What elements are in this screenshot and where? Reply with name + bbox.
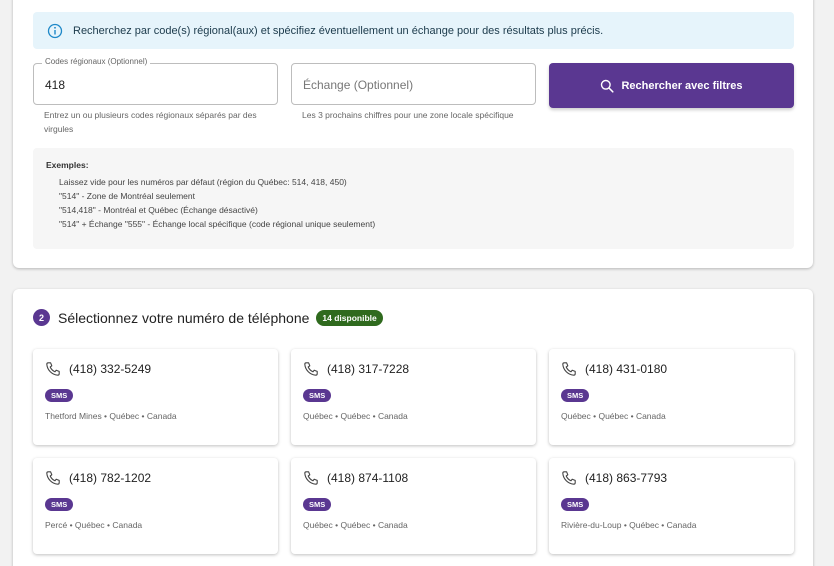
sms-badge: SMS — [303, 389, 332, 402]
phone-number-card[interactable]: (418) 332-5249 SMS Thetford Mines • Québ… — [33, 349, 278, 445]
available-count-badge: 14 disponible — [316, 309, 383, 326]
phone-number-row: (418) 332-5249 — [45, 361, 151, 377]
phone-number: (418) 317-7228 — [327, 362, 410, 376]
search-card: Recherchez par code(s) régional(aux) et … — [13, 0, 813, 268]
example-line: Laissez vide pour les numéros par défaut… — [59, 177, 347, 187]
phone-number-row: (418) 782-1202 — [45, 470, 151, 486]
number-location: Québec • Québec • Canada — [303, 520, 408, 530]
phone-number: (418) 332-5249 — [69, 362, 152, 376]
phone-number-row: (418) 863-7793 — [561, 470, 667, 486]
phone-icon — [304, 471, 318, 485]
sms-badge: SMS — [45, 389, 74, 402]
phone-number: (418) 863-7793 — [585, 471, 668, 485]
step-header: 2 Sélectionnez votre numéro de téléphone… — [33, 309, 383, 326]
phone-number-card[interactable]: (418) 863-7793 SMS Rivière-du-Loup • Qué… — [549, 458, 794, 554]
sms-badge: SMS — [303, 498, 332, 511]
phone-icon — [562, 362, 576, 376]
phone-icon — [304, 362, 318, 376]
exchange-placeholder[interactable]: Échange (Optionnel) — [303, 78, 413, 92]
phone-number-card[interactable]: (418) 782-1202 SMS Percé • Québec • Cana… — [33, 458, 278, 554]
step-title: Sélectionnez votre numéro de téléphone — [58, 309, 310, 326]
number-location: Québec • Québec • Canada — [561, 411, 666, 421]
number-location: Québec • Québec • Canada — [303, 411, 408, 421]
number-location: Rivière-du-Loup • Québec • Canada — [561, 520, 697, 530]
info-banner: Recherchez par code(s) régional(aux) et … — [33, 12, 794, 49]
phone-number-card[interactable]: (418) 874-1108 SMS Québec • Québec • Can… — [291, 458, 536, 554]
number-location: Percé • Québec • Canada — [45, 520, 143, 530]
phone-number: (418) 782-1202 — [69, 471, 152, 485]
example-line: "514,418" - Montréal et Québec (Échange … — [59, 205, 258, 215]
examples-title: Exemples: — [46, 160, 89, 170]
area-codes-input[interactable]: Codes régionaux (Optionnel) 418 — [33, 57, 278, 105]
area-codes-label: Codes régionaux (Optionnel) — [42, 57, 151, 66]
sms-badge: SMS — [561, 498, 590, 511]
number-location: Thetford Mines • Québec • Canada — [45, 411, 177, 421]
phone-number: (418) 431-0180 — [585, 362, 668, 376]
search-with-filters-button[interactable]: Rechercher avec filtres — [549, 63, 794, 108]
search-button-label: Rechercher avec filtres — [621, 79, 743, 92]
phone-number-card[interactable]: (418) 431-0180 SMS Québec • Québec • Can… — [549, 349, 794, 445]
sms-badge: SMS — [45, 498, 74, 511]
area-codes-helper: Entrez un ou plusieurs codes régionaux s… — [44, 110, 257, 134]
phone-number-row: (418) 874-1108 — [303, 470, 408, 486]
phone-number-row: (418) 317-7228 — [303, 361, 409, 377]
search-icon — [601, 79, 615, 93]
phone-icon — [46, 362, 60, 376]
examples-box: Exemples: Laissez vide pour les numéros … — [33, 148, 794, 249]
area-codes-value[interactable]: 418 — [45, 78, 65, 92]
phone-icon — [562, 471, 576, 485]
info-text: Recherchez par code(s) régional(aux) et … — [73, 24, 604, 37]
phone-number-row: (418) 431-0180 — [561, 361, 667, 377]
example-line: "514" - Zone de Montréal seulement — [59, 191, 195, 201]
example-line: "514" + Échange "555" - Échange local sp… — [59, 219, 376, 229]
exchange-input[interactable]: Échange (Optionnel) — [291, 63, 536, 105]
phone-number: (418) 874-1108 — [327, 471, 409, 485]
sms-badge: SMS — [561, 389, 590, 402]
info-circle-icon — [47, 23, 63, 38]
phone-icon — [46, 471, 60, 485]
exchange-helper: Les 3 prochains chiffres pour une zone l… — [302, 110, 514, 120]
phone-number-card[interactable]: (418) 317-7228 SMS Québec • Québec • Can… — [291, 349, 536, 445]
step-number-badge: 2 — [33, 309, 50, 326]
numbers-card: 2 Sélectionnez votre numéro de téléphone… — [13, 289, 813, 566]
